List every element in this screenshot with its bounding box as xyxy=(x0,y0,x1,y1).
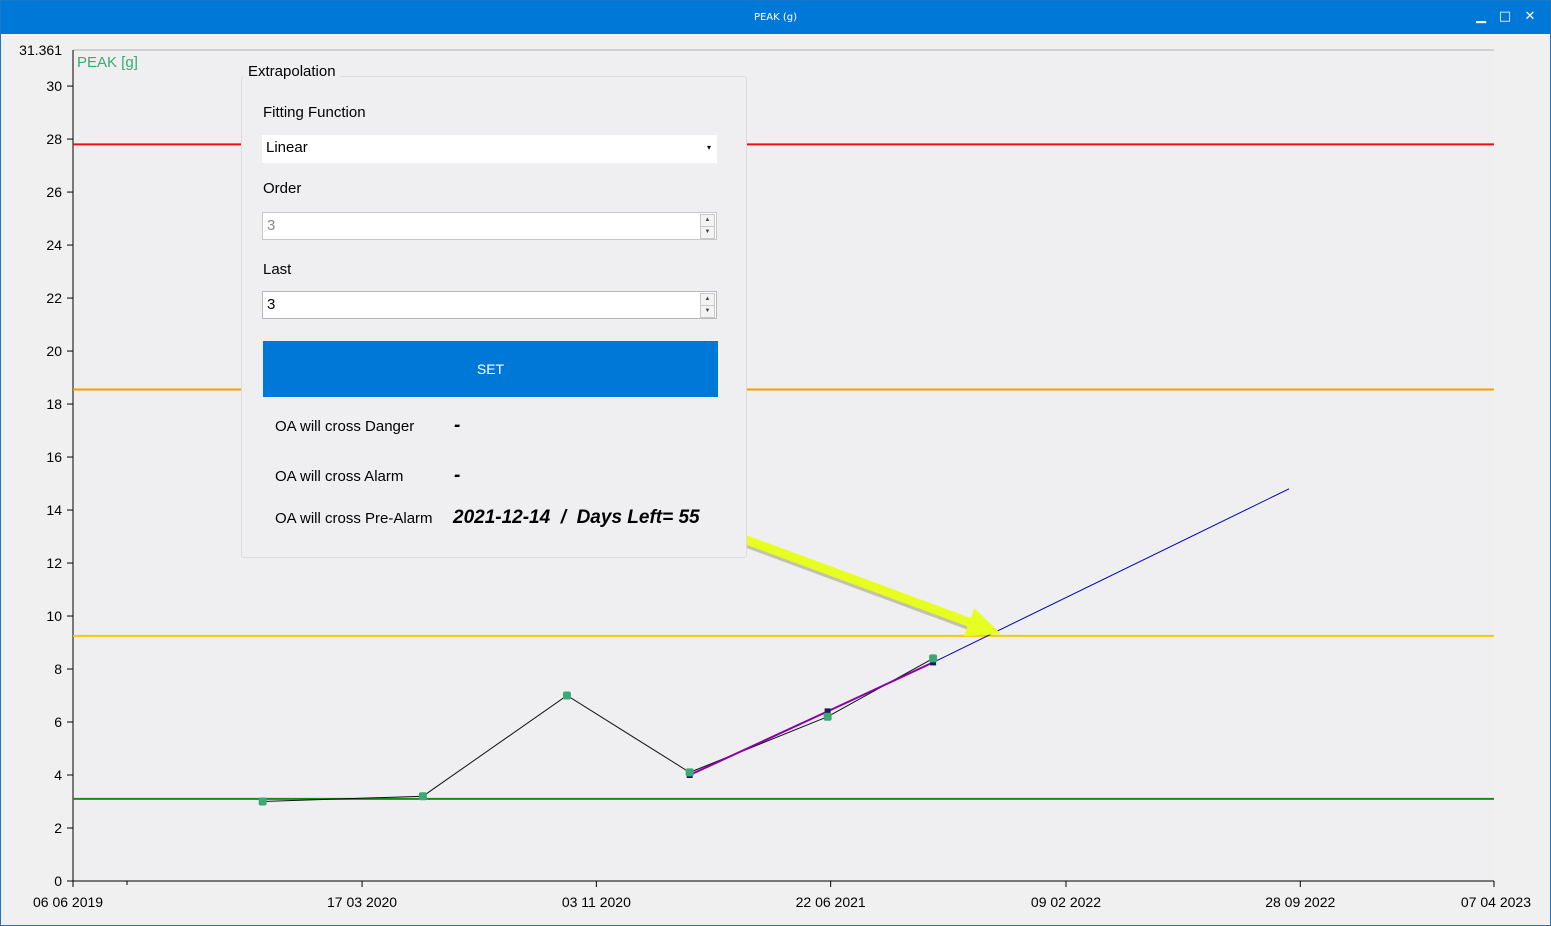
y-tick-label: 30 xyxy=(46,78,62,94)
y-tick-label: 16 xyxy=(46,449,62,465)
close-button[interactable]: ✕ xyxy=(1519,7,1541,27)
series-label: PEAK [g] xyxy=(77,54,138,71)
fitting-function-label: Fitting Function xyxy=(263,104,366,121)
y-max-label: 31.361 xyxy=(19,42,62,58)
y-tick-label: 26 xyxy=(46,184,62,200)
last-value: 3 xyxy=(267,296,276,313)
order-value: 3 xyxy=(267,217,276,234)
y-tick-label: 28 xyxy=(46,131,62,147)
fitting-function-select[interactable]: Linear ▾ xyxy=(262,135,717,163)
title-bar[interactable]: PEAK (g) ▁ □ ✕ xyxy=(1,1,1550,34)
data-point xyxy=(823,712,832,721)
last-label: Last xyxy=(263,261,292,278)
prealarm-label: OA will cross Pre-Alarm xyxy=(275,510,433,527)
order-spinbox[interactable]: 3 ▲ ▼ xyxy=(262,212,717,240)
fitting-function-value: Linear xyxy=(266,139,308,156)
y-tick-label: 24 xyxy=(46,237,62,253)
order-label: Order xyxy=(263,180,302,197)
x-tick-label: 28 09 2022 xyxy=(1265,894,1335,910)
x-tick-label: 17 03 2020 xyxy=(327,894,397,910)
window-title: PEAK (g) xyxy=(753,12,798,23)
x-tick-label: 06 06 2019 xyxy=(33,894,103,910)
dropdown-arrow-icon: ▾ xyxy=(706,143,711,152)
alarm-label: OA will cross Alarm xyxy=(275,468,404,485)
last-down-icon[interactable]: ▼ xyxy=(700,305,715,318)
x-tick-label: 22 06 2021 xyxy=(796,894,866,910)
data-point xyxy=(258,797,267,806)
order-down-icon[interactable]: ▼ xyxy=(700,226,715,239)
y-tick-label: 8 xyxy=(54,661,62,677)
y-tick-label: 6 xyxy=(54,714,62,730)
y-tick-label: 0 xyxy=(54,873,62,889)
y-tick-label: 4 xyxy=(54,767,62,783)
prealarm-value: 2021-12-14 / Days Left= 55 xyxy=(453,507,700,528)
maximize-button[interactable]: □ xyxy=(1494,7,1516,27)
x-tick-label: 03 11 2020 xyxy=(562,894,631,910)
x-tick-label: 07 04 2023 xyxy=(1461,894,1531,910)
peak-chart[interactable]: 02468101214161820222426283031.361PEAK [g… xyxy=(1,34,1550,925)
danger-value: - xyxy=(454,415,461,436)
y-tick-label: 18 xyxy=(46,396,62,412)
set-button[interactable]: SET xyxy=(263,341,718,397)
data-point xyxy=(685,768,694,777)
y-tick-label: 22 xyxy=(46,290,62,306)
last-spinbox[interactable]: 3 ▲ ▼ xyxy=(262,291,717,319)
x-tick-label: 09 02 2022 xyxy=(1031,894,1101,910)
y-tick-label: 2 xyxy=(54,820,62,836)
minimize-button[interactable]: ▁ xyxy=(1470,7,1492,27)
app-window: PEAK (g) ▁ □ ✕ 0 2 4 6 8 10 12 14 16 18 20 22 24 26 28… xyxy=(0,0,1551,926)
alarm-value: - xyxy=(454,465,461,486)
data-point xyxy=(418,792,427,801)
y-tick-label: 10 xyxy=(46,608,62,624)
extrapolation-title: Extrapolation xyxy=(244,61,340,82)
y-tick-label: 20 xyxy=(46,343,62,359)
danger-label: OA will cross Danger xyxy=(275,418,415,435)
y-tick-label: 12 xyxy=(46,555,62,571)
chart-area[interactable]: 0 2 4 6 8 10 12 14 16 18 20 22 24 26 28 30 31.361 PEAK [g… xyxy=(1,34,1550,925)
data-point xyxy=(929,654,938,663)
data-point xyxy=(562,691,571,700)
y-tick-label: 14 xyxy=(46,502,62,518)
